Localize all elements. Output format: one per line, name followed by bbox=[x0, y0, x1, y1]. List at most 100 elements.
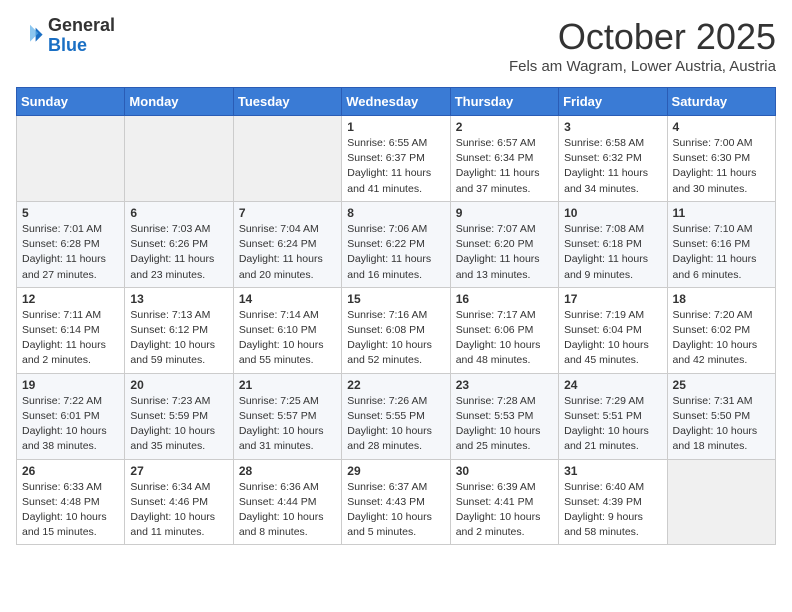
day-number: 24 bbox=[564, 378, 661, 392]
day-info: Sunrise: 7:26 AM Sunset: 5:55 PM Dayligh… bbox=[347, 394, 444, 455]
day-number: 18 bbox=[673, 292, 770, 306]
logo-icon bbox=[16, 22, 44, 50]
calendar-cell: 3 Sunrise: 6:58 AM Sunset: 6:32 PM Daylig… bbox=[559, 116, 667, 202]
day-number: 2 bbox=[456, 120, 553, 134]
calendar-cell: 8Sunrise: 7:06 AM Sunset: 6:22 PM Daylig… bbox=[342, 201, 450, 287]
day-info: Sunrise: 6:58 AM Sunset: 6:32 PM Dayligh… bbox=[564, 136, 661, 197]
day-info: Sunrise: 6:57 AM Sunset: 6:34 PM Dayligh… bbox=[456, 136, 553, 197]
day-number: 1 bbox=[347, 120, 444, 134]
day-info: Sunrise: 6:36 AM Sunset: 4:44 PM Dayligh… bbox=[239, 480, 336, 541]
calendar-cell: 25Sunrise: 7:31 AM Sunset: 5:50 PM Dayli… bbox=[667, 373, 775, 459]
day-info: Sunrise: 7:01 AM Sunset: 6:28 PM Dayligh… bbox=[22, 222, 119, 283]
calendar-cell: 15 Sunrise: 7:16 AM Sunset: 6:08 PM Dayli… bbox=[342, 287, 450, 373]
day-info: Sunrise: 7:28 AM Sunset: 5:53 PM Dayligh… bbox=[456, 394, 553, 455]
day-info: Sunrise: 7:25 AM Sunset: 5:57 PM Dayligh… bbox=[239, 394, 336, 455]
logo-blue-text: Blue bbox=[48, 35, 87, 55]
day-number: 19 bbox=[22, 378, 119, 392]
day-info: Sunrise: 7:17 AM Sunset: 6:06 PM Dayligh… bbox=[456, 308, 553, 369]
calendar-cell: 4 Sunrise: 7:00 AM Sunset: 6:30 PM Daylig… bbox=[667, 116, 775, 202]
calendar-cell: 23 Sunrise: 7:28 AM Sunset: 5:53 PM Dayli… bbox=[450, 373, 558, 459]
calendar-cell: 9Sunrise: 7:07 AM Sunset: 6:20 PM Daylig… bbox=[450, 201, 558, 287]
day-info: Sunrise: 7:03 AM Sunset: 6:26 PM Dayligh… bbox=[130, 222, 227, 283]
day-info: Sunrise: 6:33 AM Sunset: 4:48 PM Dayligh… bbox=[22, 480, 119, 541]
calendar-cell: 10Sunrise: 7:08 AM Sunset: 6:18 PM Dayli… bbox=[559, 201, 667, 287]
day-number: 21 bbox=[239, 378, 336, 392]
calendar-cell: 13 Sunrise: 7:13 AM Sunset: 6:12 PM Dayli… bbox=[125, 287, 233, 373]
calendar-cell: 5Sunrise: 7:01 AM Sunset: 6:28 PM Daylig… bbox=[17, 201, 125, 287]
logo-general-text: General bbox=[48, 15, 115, 35]
day-info: Sunrise: 7:31 AM Sunset: 5:50 PM Dayligh… bbox=[673, 394, 770, 455]
calendar-cell: 26 Sunrise: 6:33 AM Sunset: 4:48 PM Dayli… bbox=[17, 459, 125, 545]
day-info: Sunrise: 6:34 AM Sunset: 4:46 PM Dayligh… bbox=[130, 480, 227, 541]
day-info: Sunrise: 7:19 AM Sunset: 6:04 PM Dayligh… bbox=[564, 308, 661, 369]
calendar-cell: 22 Sunrise: 7:26 AM Sunset: 5:55 PM Dayli… bbox=[342, 373, 450, 459]
month-title: October 2025 bbox=[509, 16, 776, 58]
weekday-header-friday: Friday bbox=[559, 88, 667, 116]
calendar-week-row: 5Sunrise: 7:01 AM Sunset: 6:28 PM Daylig… bbox=[17, 201, 776, 287]
day-number: 14 bbox=[239, 292, 336, 306]
calendar-cell: 14 Sunrise: 7:14 AM Sunset: 6:10 PM Dayli… bbox=[233, 287, 341, 373]
weekday-header-saturday: Saturday bbox=[667, 88, 775, 116]
calendar-table: SundayMondayTuesdayWednesdayThursdayFrid… bbox=[16, 87, 776, 545]
day-number: 30 bbox=[456, 464, 553, 478]
weekday-header-thursday: Thursday bbox=[450, 88, 558, 116]
day-info: Sunrise: 7:16 AM Sunset: 6:08 PM Dayligh… bbox=[347, 308, 444, 369]
day-info: Sunrise: 7:14 AM Sunset: 6:10 PM Dayligh… bbox=[239, 308, 336, 369]
weekday-header-wednesday: Wednesday bbox=[342, 88, 450, 116]
day-info: Sunrise: 7:11 AM Sunset: 6:14 PM Dayligh… bbox=[22, 308, 119, 369]
weekday-header-row: SundayMondayTuesdayWednesdayThursdayFrid… bbox=[17, 88, 776, 116]
day-number: 22 bbox=[347, 378, 444, 392]
calendar-cell: 17Sunrise: 7:19 AM Sunset: 6:04 PM Dayli… bbox=[559, 287, 667, 373]
day-info: Sunrise: 6:39 AM Sunset: 4:41 PM Dayligh… bbox=[456, 480, 553, 541]
calendar-cell: 29Sunrise: 6:37 AM Sunset: 4:43 PM Dayli… bbox=[342, 459, 450, 545]
page-header: General Blue October 2025 Fels am Wagram… bbox=[16, 16, 776, 75]
title-block: October 2025 Fels am Wagram, Lower Austr… bbox=[509, 16, 776, 75]
calendar-week-row: 26 Sunrise: 6:33 AM Sunset: 4:48 PM Dayli… bbox=[17, 459, 776, 545]
day-number: 4 bbox=[673, 120, 770, 134]
calendar-cell bbox=[125, 116, 233, 202]
logo: General Blue bbox=[16, 16, 115, 56]
day-number: 29 bbox=[347, 464, 444, 478]
calendar-cell: 27Sunrise: 6:34 AM Sunset: 4:46 PM Dayli… bbox=[125, 459, 233, 545]
calendar-cell: 7Sunrise: 7:04 AM Sunset: 6:24 PM Daylig… bbox=[233, 201, 341, 287]
day-info: Sunrise: 7:23 AM Sunset: 5:59 PM Dayligh… bbox=[130, 394, 227, 455]
day-number: 11 bbox=[673, 206, 770, 220]
calendar-week-row: 19 Sunrise: 7:22 AM Sunset: 6:01 PM Dayli… bbox=[17, 373, 776, 459]
day-info: Sunrise: 6:55 AM Sunset: 6:37 PM Dayligh… bbox=[347, 136, 444, 197]
day-number: 26 bbox=[22, 464, 119, 478]
calendar-week-row: 1 Sunrise: 6:55 AM Sunset: 6:37 PM Daylig… bbox=[17, 116, 776, 202]
calendar-cell: 31 Sunrise: 6:40 AM Sunset: 4:39 PM Dayli… bbox=[559, 459, 667, 545]
calendar-cell bbox=[17, 116, 125, 202]
day-number: 6 bbox=[130, 206, 227, 220]
day-info: Sunrise: 7:07 AM Sunset: 6:20 PM Dayligh… bbox=[456, 222, 553, 283]
day-number: 23 bbox=[456, 378, 553, 392]
day-number: 3 bbox=[564, 120, 661, 134]
calendar-cell: 19 Sunrise: 7:22 AM Sunset: 6:01 PM Dayli… bbox=[17, 373, 125, 459]
calendar-cell bbox=[667, 459, 775, 545]
day-number: 15 bbox=[347, 292, 444, 306]
day-info: Sunrise: 7:22 AM Sunset: 6:01 PM Dayligh… bbox=[22, 394, 119, 455]
day-info: Sunrise: 7:08 AM Sunset: 6:18 PM Dayligh… bbox=[564, 222, 661, 283]
day-info: Sunrise: 7:10 AM Sunset: 6:16 PM Dayligh… bbox=[673, 222, 770, 283]
day-number: 31 bbox=[564, 464, 661, 478]
day-number: 20 bbox=[130, 378, 227, 392]
location-title: Fels am Wagram, Lower Austria, Austria bbox=[509, 58, 776, 75]
calendar-cell: 12 Sunrise: 7:11 AM Sunset: 6:14 PM Dayli… bbox=[17, 287, 125, 373]
calendar-cell: 2 Sunrise: 6:57 AM Sunset: 6:34 PM Daylig… bbox=[450, 116, 558, 202]
day-number: 13 bbox=[130, 292, 227, 306]
weekday-header-sunday: Sunday bbox=[17, 88, 125, 116]
calendar-cell bbox=[233, 116, 341, 202]
day-number: 12 bbox=[22, 292, 119, 306]
day-info: Sunrise: 7:06 AM Sunset: 6:22 PM Dayligh… bbox=[347, 222, 444, 283]
day-info: Sunrise: 7:00 AM Sunset: 6:30 PM Dayligh… bbox=[673, 136, 770, 197]
calendar-cell: 21 Sunrise: 7:25 AM Sunset: 5:57 PM Dayli… bbox=[233, 373, 341, 459]
calendar-cell: 18 Sunrise: 7:20 AM Sunset: 6:02 PM Dayli… bbox=[667, 287, 775, 373]
day-info: Sunrise: 7:29 AM Sunset: 5:51 PM Dayligh… bbox=[564, 394, 661, 455]
weekday-header-monday: Monday bbox=[125, 88, 233, 116]
day-info: Sunrise: 7:20 AM Sunset: 6:02 PM Dayligh… bbox=[673, 308, 770, 369]
calendar-cell: 6 Sunrise: 7:03 AM Sunset: 6:26 PM Daylig… bbox=[125, 201, 233, 287]
day-info: Sunrise: 7:13 AM Sunset: 6:12 PM Dayligh… bbox=[130, 308, 227, 369]
day-info: Sunrise: 7:04 AM Sunset: 6:24 PM Dayligh… bbox=[239, 222, 336, 283]
day-info: Sunrise: 6:40 AM Sunset: 4:39 PM Dayligh… bbox=[564, 480, 661, 541]
day-number: 28 bbox=[239, 464, 336, 478]
